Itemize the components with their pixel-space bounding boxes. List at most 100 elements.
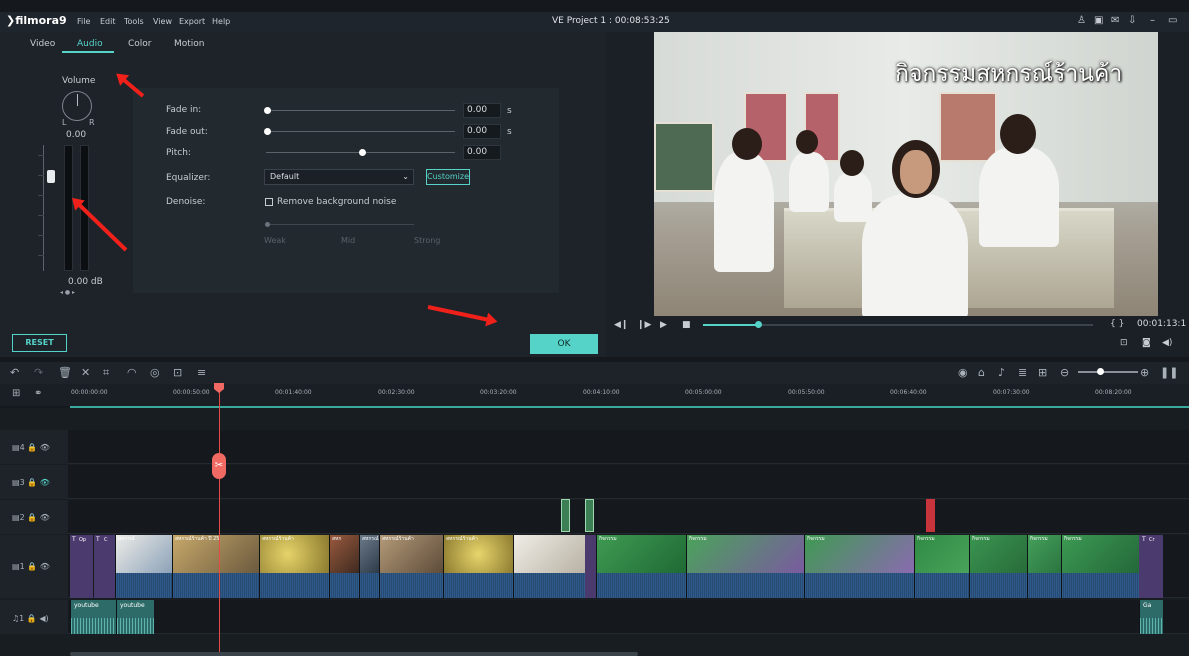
link-icon[interactable]: ⚭ xyxy=(34,388,42,399)
video-clip[interactable]: สหกรณ์ร้านค้า xyxy=(443,535,513,598)
eye-icon[interactable]: 👁 xyxy=(40,478,50,487)
pitch-value[interactable]: 0.00 xyxy=(463,145,501,160)
lock-icon[interactable]: 🔒 xyxy=(27,562,37,571)
marker-icon[interactable]: ⌂ xyxy=(978,366,985,379)
video-clip[interactable]: สหกรณ์ร้านค้า xyxy=(259,535,329,598)
pip-icon[interactable]: ⊞ xyxy=(1038,366,1047,379)
audio-clip[interactable]: Ga xyxy=(1139,600,1163,634)
video-clip[interactable]: สหกรณ์ xyxy=(115,535,172,598)
balance-knob[interactable] xyxy=(62,91,92,121)
rewind-icon[interactable]: ◀❙ xyxy=(614,320,628,330)
menu-edit[interactable]: Edit xyxy=(100,17,116,26)
video-clip[interactable]: กิจกรรม xyxy=(969,535,1027,598)
menu-tools[interactable]: Tools xyxy=(124,17,144,26)
title-clip[interactable]: TC xyxy=(94,535,115,598)
video-clip[interactable]: กิจกรรม xyxy=(804,535,914,598)
volume-icon[interactable]: ◀) xyxy=(1162,338,1172,348)
remove-noise-label[interactable]: Remove background noise xyxy=(277,197,396,207)
restore-icon[interactable]: ▭ xyxy=(1168,15,1177,26)
mail-icon[interactable]: ✉ xyxy=(1111,15,1119,26)
fade-in-slider[interactable] xyxy=(266,110,455,111)
play-icon[interactable]: ▶ xyxy=(660,320,667,330)
add-track-icon[interactable]: ⊞ xyxy=(12,388,20,399)
fade-out-slider[interactable] xyxy=(266,131,455,132)
voiceover-icon[interactable]: ♪ xyxy=(998,366,1005,379)
speed-icon[interactable]: ◠ xyxy=(127,366,137,379)
video-clip[interactable] xyxy=(513,535,585,598)
overlay-clip[interactable] xyxy=(585,499,594,532)
stop-icon[interactable]: ■ xyxy=(682,320,691,330)
fade-out-value[interactable]: 0.00 xyxy=(463,124,501,139)
track-video-3[interactable] xyxy=(68,465,1189,499)
person-icon[interactable]: ♙ xyxy=(1077,15,1086,26)
green-screen-icon[interactable]: ⊡ xyxy=(173,366,182,379)
fade-in-value[interactable]: 0.00 xyxy=(463,103,501,118)
title-clip[interactable]: T Op xyxy=(70,535,93,598)
video-clip[interactable]: กิจกรรม xyxy=(914,535,969,598)
lock-icon[interactable]: 🔒 xyxy=(27,513,37,522)
video-clip[interactable]: สหก xyxy=(329,535,359,598)
track-video-4[interactable] xyxy=(68,430,1189,464)
video-clip[interactable]: กิจกรรม xyxy=(686,535,804,598)
speaker-icon[interactable]: ◀) xyxy=(39,614,48,623)
menu-file[interactable]: File xyxy=(77,17,90,26)
preview-progress-bar[interactable] xyxy=(703,321,1093,328)
ok-button[interactable]: OK xyxy=(530,334,598,354)
progress-knob[interactable] xyxy=(754,321,762,328)
delete-icon[interactable]: 🗑 xyxy=(58,366,72,379)
overlay-clip[interactable] xyxy=(561,499,570,532)
timeline-scrollbar[interactable] xyxy=(70,652,638,656)
zoom-slider-thumb[interactable] xyxy=(1097,368,1104,375)
menu-view[interactable]: View xyxy=(153,17,172,26)
menu-export[interactable]: Export xyxy=(179,17,205,26)
in-out-markers[interactable]: { } xyxy=(1110,319,1124,329)
customize-button[interactable]: Customize xyxy=(426,169,470,185)
track-audio-1[interactable] xyxy=(68,600,1189,634)
zoom-in-icon[interactable]: ⊕ xyxy=(1140,366,1149,379)
lock-icon[interactable]: 🔒 xyxy=(27,478,37,487)
download-icon[interactable]: ⇩ xyxy=(1128,15,1136,26)
track-video-2[interactable] xyxy=(68,500,1189,534)
eye-icon[interactable]: 👁 xyxy=(40,443,50,452)
pause-icon[interactable]: ❚❚ xyxy=(1160,366,1178,379)
tab-audio[interactable]: Audio xyxy=(77,39,103,49)
render-icon[interactable]: ⊡ xyxy=(1120,338,1128,348)
tab-color[interactable]: Color xyxy=(128,39,152,49)
video-clip[interactable]: สหกรณ์ร้านค้า xyxy=(379,535,443,598)
video-clip[interactable]: สหกรณ์ร้านค้า ปี 25 xyxy=(172,535,259,598)
tab-motion[interactable]: Motion xyxy=(174,39,205,49)
tab-video[interactable]: Video xyxy=(30,39,55,49)
title-clip[interactable]: T Cr xyxy=(1139,535,1163,598)
render-preview-icon[interactable]: ◉ xyxy=(958,366,968,379)
transition-clip[interactable] xyxy=(585,535,596,598)
eye-icon[interactable]: 👁 xyxy=(40,513,50,522)
eye-icon[interactable]: 👁 xyxy=(40,562,50,571)
crop-icon[interactable]: ⌗ xyxy=(103,366,109,380)
color-icon[interactable]: ◎ xyxy=(150,366,160,379)
step-icon[interactable]: ❙▶ xyxy=(637,320,651,330)
pitch-thumb[interactable] xyxy=(358,149,366,156)
lock-icon[interactable]: 🔒 xyxy=(27,614,37,623)
video-clip[interactable]: สหกรณ์ xyxy=(359,535,379,598)
cut-icon[interactable]: ✕ xyxy=(81,366,90,379)
fade-in-thumb[interactable] xyxy=(264,107,271,114)
zoom-out-icon[interactable]: ⊖ xyxy=(1060,366,1069,379)
redo-icon[interactable]: ↷ xyxy=(34,366,43,379)
menu-help[interactable]: Help xyxy=(212,17,230,26)
lock-icon[interactable]: 🔒 xyxy=(27,443,37,452)
save-icon[interactable]: ▣ xyxy=(1094,15,1103,26)
video-clip[interactable]: กิจกรรม xyxy=(596,535,686,598)
undo-icon[interactable]: ↶ xyxy=(10,366,19,379)
zoom-slider[interactable] xyxy=(1078,371,1138,373)
volume-slider-thumb[interactable] xyxy=(47,170,55,183)
minimize-icon[interactable]: – xyxy=(1150,15,1155,26)
audio-clip[interactable]: youtube xyxy=(116,600,154,634)
playhead-line[interactable] xyxy=(219,386,220,656)
video-clip[interactable]: กิจกรรม xyxy=(1061,535,1139,598)
audio-adjust-icon[interactable]: ≡ xyxy=(197,366,206,379)
reset-button[interactable]: RESET xyxy=(12,334,67,352)
remove-noise-checkbox[interactable] xyxy=(265,198,273,206)
fade-out-thumb[interactable] xyxy=(264,128,271,135)
video-clip[interactable]: กิจกรรม xyxy=(1027,535,1061,598)
snapshot-icon[interactable]: ◙ xyxy=(1142,338,1151,348)
